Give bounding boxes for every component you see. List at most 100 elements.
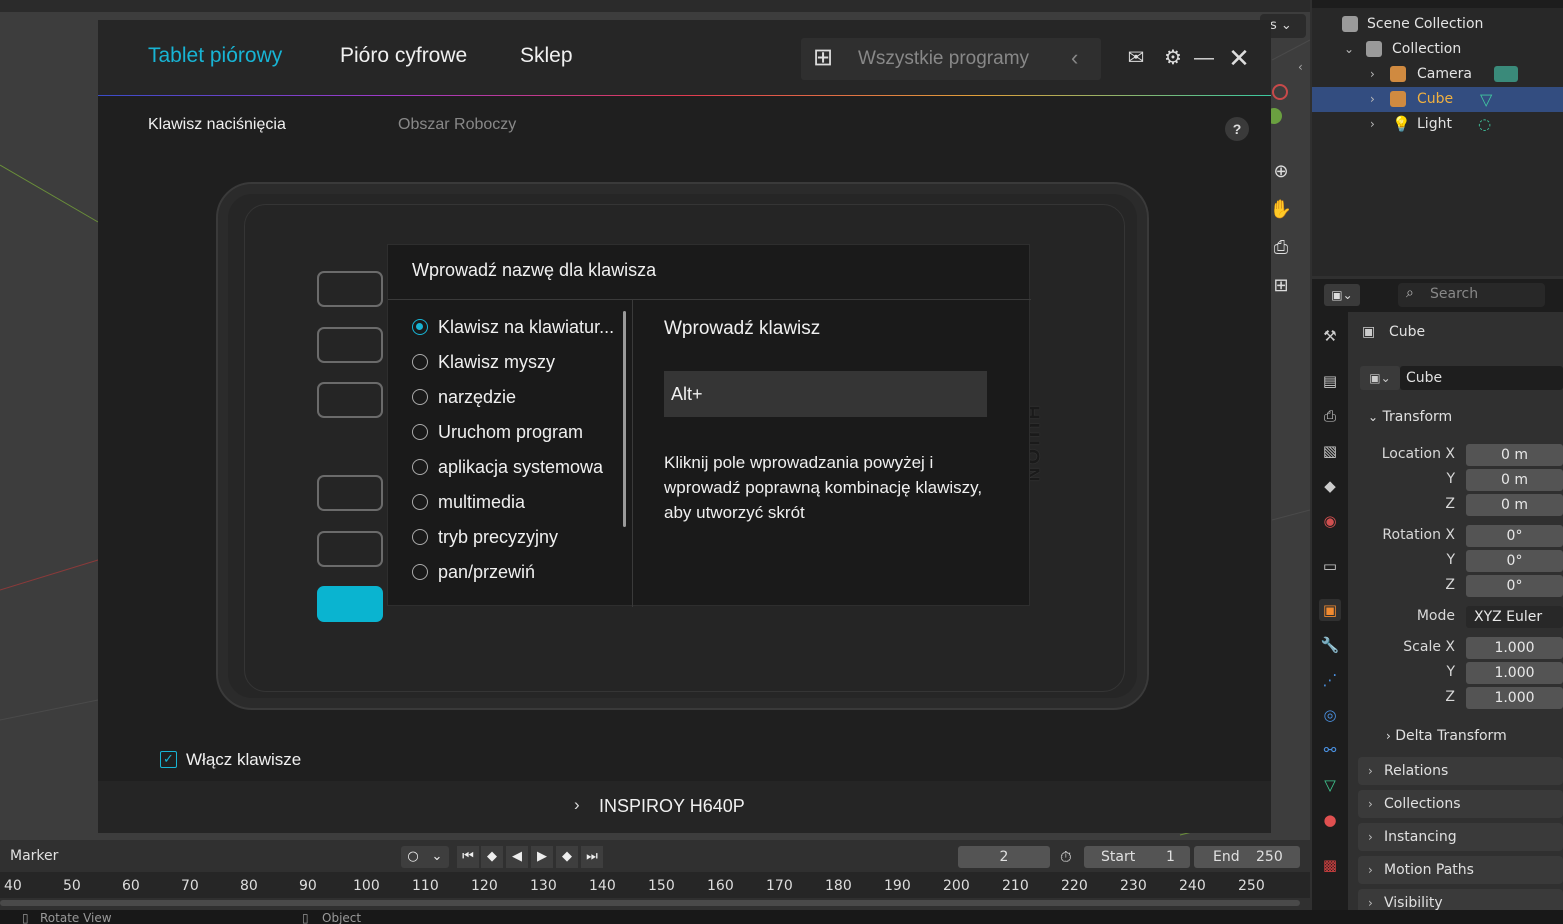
constraints-tab-icon[interactable]: ⚯ [1319,739,1341,761]
object-tab-icon[interactable]: ▣ [1319,599,1341,621]
collection-tab-icon[interactable]: ▭ [1319,555,1341,577]
render-tab-icon[interactable]: ▤ [1319,370,1341,392]
express-key-3[interactable] [317,382,383,418]
subtab-work-area[interactable]: Obszar Roboczy [398,116,516,134]
outliner-item-collection[interactable]: ⌄ Collection [1312,37,1563,62]
play-reverse-icon[interactable]: ◀ [506,846,528,868]
rotation-mode-select[interactable]: XYZ Euler [1466,606,1563,628]
chevron-right-icon[interactable]: › [1370,62,1375,87]
scale-z-field[interactable]: 1.000 [1466,687,1563,709]
outliner-item-light[interactable]: › 💡 Light ◌ [1312,112,1563,137]
material-tab-icon[interactable]: ● [1319,809,1341,831]
start-frame-field[interactable]: Start 1 [1084,846,1190,868]
panel-relations[interactable]: › Relations [1358,757,1563,785]
tab-pen-tablet[interactable]: Tablet piórowy [148,44,282,68]
panel-motion-paths[interactable]: › Motion Paths [1358,856,1563,884]
output-tab-icon[interactable]: ⎙ [1319,405,1341,427]
close-icon[interactable]: ✕ [1227,45,1251,71]
world-tab-icon[interactable]: ◉ [1319,510,1341,532]
express-key-6[interactable] [317,586,383,622]
scene-tab-icon[interactable]: ◆ [1319,475,1341,497]
outliner-item-cube[interactable]: › Cube ▽ [1312,87,1563,112]
rotation-y-field[interactable]: 0° [1466,550,1563,572]
properties-search-input[interactable]: ⌕ Search [1398,283,1545,307]
tab-digital-pen[interactable]: Pióro cyfrowe [340,44,467,68]
jump-start-icon[interactable]: ⏮ [457,846,479,868]
sidebar-toggle-icon[interactable]: ‹ [1298,60,1303,74]
location-z-field[interactable]: 0 m [1466,494,1563,516]
chevron-right-icon[interactable]: › [1370,87,1375,112]
express-key-5[interactable] [317,531,383,567]
play-icon[interactable]: ▶ [531,846,553,868]
enable-keys-checkbox[interactable]: ✓ [160,751,177,768]
location-x-field[interactable]: 0 m [1466,444,1563,466]
gear-icon[interactable]: ⚙ [1161,46,1185,70]
gizmo-x-axis[interactable] [1272,84,1288,100]
express-key-1[interactable] [317,271,383,307]
program-selector[interactable]: ⊞ Wszystkie programy ‹ [801,38,1101,80]
end-frame-field[interactable]: End 250 [1194,846,1300,868]
physics-tab-icon[interactable]: ◎ [1319,704,1341,726]
particles-tab-icon[interactable]: ⋰ [1319,669,1341,691]
chevron-right-icon[interactable]: › [1370,112,1375,137]
modifier-tab-icon[interactable]: 🔧 [1319,634,1341,656]
option-run-program[interactable]: Uruchom program [412,419,583,445]
express-key-4[interactable] [317,475,383,511]
object-name-field[interactable]: Cube [1400,366,1563,390]
option-system-app[interactable]: aplikacja systemowa [412,454,603,480]
delta-transform-header[interactable]: › Delta Transform [1386,728,1507,744]
option-mouse-key[interactable]: Klawisz myszy [412,349,555,375]
transform-panel-header[interactable]: ⌄ Transform [1368,409,1452,425]
express-key-2[interactable] [317,327,383,363]
jump-end-icon[interactable]: ⏭ [581,846,603,868]
outliner-item-camera[interactable]: › Camera [1312,62,1563,87]
object-browse-icon[interactable]: ▣⌄ [1360,366,1400,390]
mail-icon[interactable]: ✉ [1124,46,1148,70]
timeline-scrollbar[interactable] [0,900,1300,906]
rotation-z-field[interactable]: 0° [1466,575,1563,597]
options-scrollbar[interactable] [623,311,626,527]
hand-pan-icon[interactable]: ✋ [1268,196,1294,222]
scale-x-field[interactable]: 1.000 [1466,637,1563,659]
camera-view-icon[interactable]: ⎙ [1268,234,1294,260]
keyframe-record-icon[interactable]: ○ [401,846,425,868]
perspective-grid-icon[interactable]: ⊞ [1268,272,1294,298]
view-layer-tab-icon[interactable]: ▧ [1319,440,1341,462]
marker-menu[interactable]: Marker [10,848,58,864]
option-multimedia[interactable]: multimedia [412,489,525,515]
tab-store[interactable]: Sklep [520,44,573,68]
device-footer[interactable]: › INSPIROY H640P [98,781,1271,833]
camera-data-icon[interactable] [1494,66,1518,82]
option-precision-mode[interactable]: tryb precyzyjny [412,524,558,550]
chevron-down-icon[interactable]: ⌄ [1344,37,1354,62]
current-frame-field[interactable]: 2 [958,846,1050,868]
mesh-data-icon[interactable]: ▽ [1480,87,1492,112]
minimize-icon[interactable]: — [1192,46,1216,70]
scale-y-label: Y [1446,664,1455,680]
light-data-icon[interactable]: ◌ [1478,112,1491,137]
chevron-left-icon[interactable]: ‹ [1071,45,1078,71]
editor-type-icon[interactable]: ▣⌄ [1324,284,1360,306]
option-tool[interactable]: narzędzie [412,384,516,410]
zoom-icon[interactable]: ⊕ [1268,158,1294,184]
location-y-field[interactable]: 0 m [1466,469,1563,491]
texture-tab-icon[interactable]: ▩ [1319,854,1341,876]
panel-instancing[interactable]: › Instancing [1358,823,1563,851]
stopwatch-icon[interactable]: ⏱ [1060,848,1072,866]
data-tab-icon[interactable]: ▽ [1319,774,1341,796]
scale-y-field[interactable]: 1.000 [1466,662,1563,684]
prev-keyframe-icon[interactable]: ◆ [481,846,503,868]
help-icon[interactable]: ? [1225,117,1249,141]
key-combination-input[interactable]: Alt+ [664,371,987,417]
rotation-x-field[interactable]: 0° [1466,525,1563,547]
outliner-item-scene-collection[interactable]: Scene Collection [1312,12,1563,37]
tool-tab-icon[interactable]: ⚒ [1319,325,1341,347]
ruler-tick: 150 [648,878,675,894]
next-keyframe-icon[interactable]: ◆ [556,846,578,868]
option-pan-scroll[interactable]: pan/przewiń [412,559,535,585]
chevron-down-icon[interactable]: ⌄ [425,846,449,868]
subtab-press-keys[interactable]: Klawisz naciśnięcia [148,116,286,134]
ruler-tick: 80 [240,878,258,894]
panel-collections[interactable]: › Collections [1358,790,1563,818]
option-keyboard-key[interactable]: Klawisz na klawiatur... [412,314,614,340]
